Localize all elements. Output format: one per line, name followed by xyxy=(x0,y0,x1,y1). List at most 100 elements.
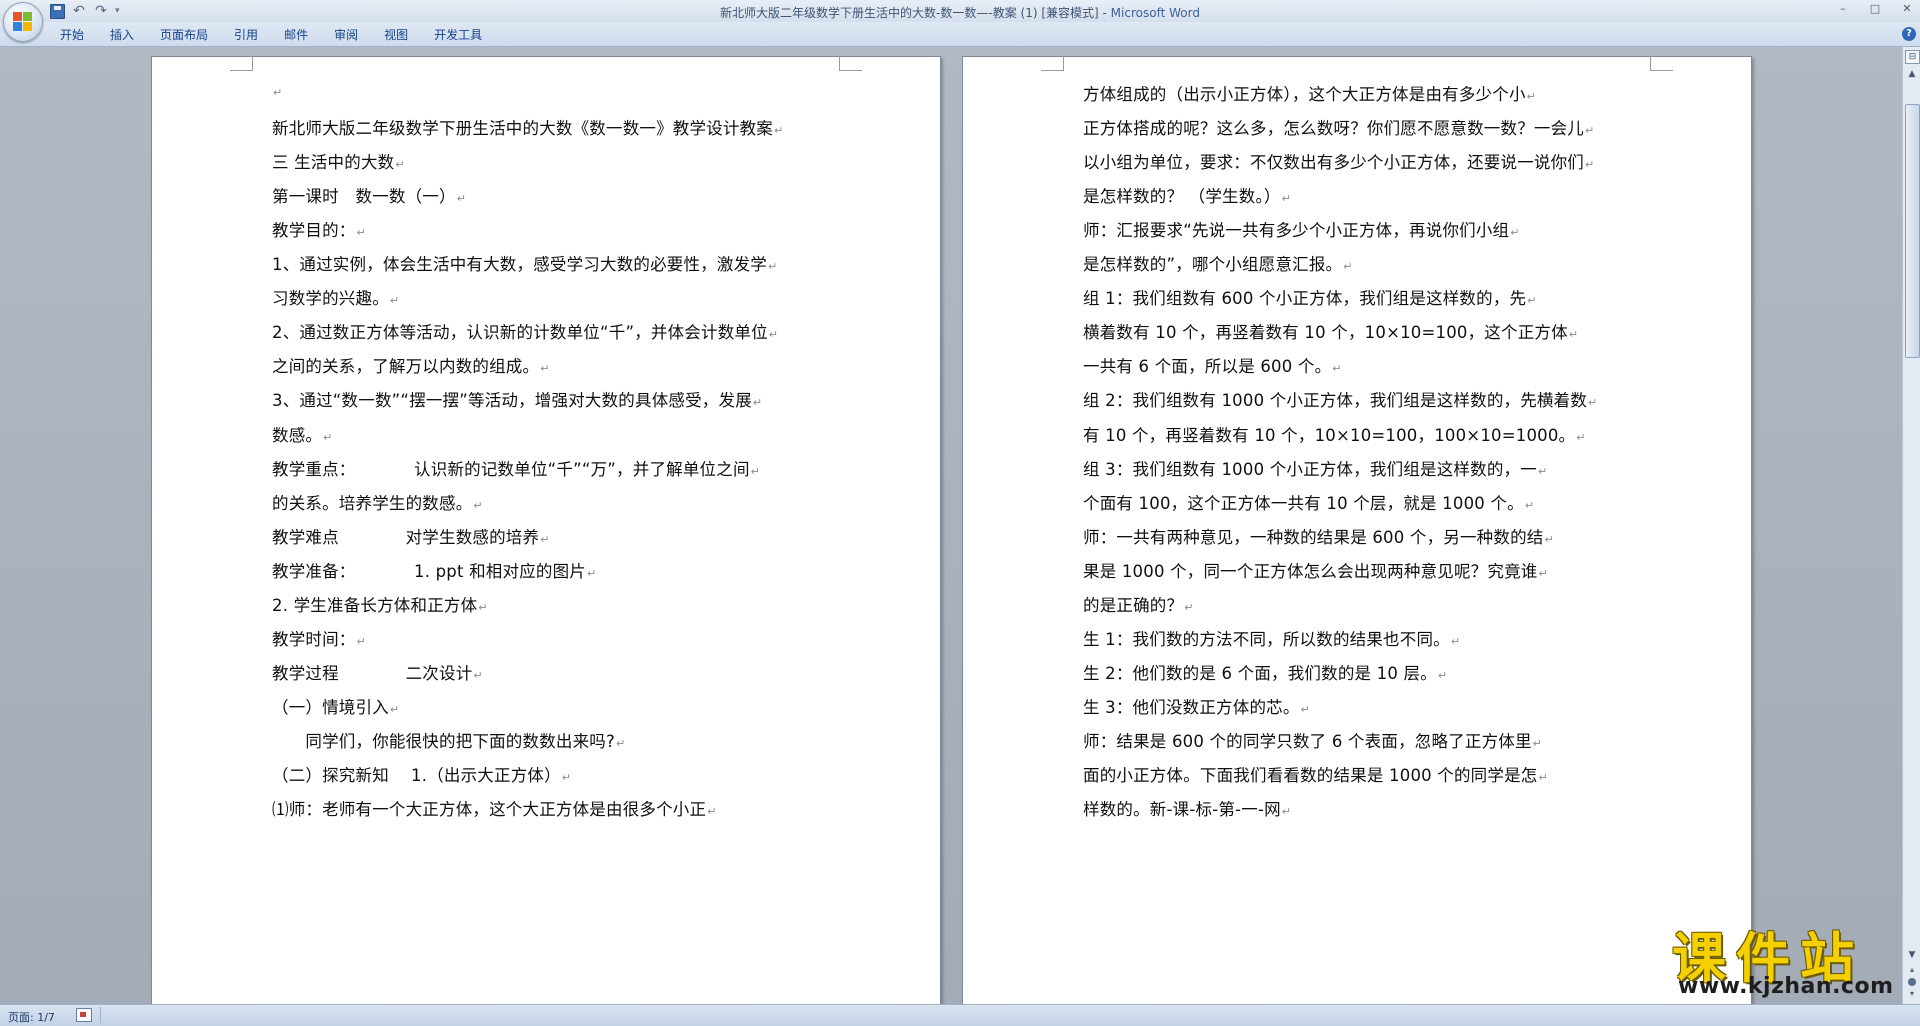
line-text: （一）情境引入 xyxy=(272,697,389,717)
document-line: 习数学的兴趣。↵ xyxy=(272,285,399,309)
paragraph-mark: ↵ xyxy=(1184,600,1194,614)
vertical-scrollbar[interactable]: ⊟ ▲ ▼ ▴ ▾ xyxy=(1902,47,1920,1004)
document-line: 师：结果是 600 个的同学只数了 6 个表面，忽略了正方体里↵ xyxy=(1083,728,1542,752)
line-text: 生 3：他们没数正方体的芯。 xyxy=(1083,697,1300,717)
watermark-url: www.kjzhan.com xyxy=(1678,974,1894,999)
line-text: 1、通过实例，体会生活中有大数，感受学习大数的必要性，激发学 xyxy=(272,255,767,275)
paragraph-mark: ↵ xyxy=(1281,192,1292,206)
crop-mark xyxy=(1041,56,1064,71)
title-bar: ↶ ↷ ▾ 新北师大版二年级数学下册生活中的大数-数一数—-教案 (1) [兼容… xyxy=(0,0,1920,23)
window-controls: – □ ✕ xyxy=(1836,2,1914,16)
paragraph-mark: ↵ xyxy=(1538,771,1548,784)
ribbon-tab[interactable]: 插入 xyxy=(97,27,147,43)
paragraph-mark: ↵ xyxy=(1568,328,1579,342)
line-text: 以小组为单位，要求：不仅数出有多少个小正方体，还要说一说你们 xyxy=(1083,153,1584,173)
paragraph-mark: ↵ xyxy=(1281,805,1292,819)
office-logo-icon xyxy=(13,12,33,32)
document-line: 1、通过实例，体会生活中有大数，感受学习大数的必要性，激发学↵ xyxy=(272,251,777,275)
page-count-status[interactable]: 页面: 1/7 xyxy=(8,1009,55,1025)
window-title-app: Microsoft Word xyxy=(1110,6,1200,20)
paragraph-mark: ↵ xyxy=(707,805,717,819)
ribbon-tab[interactable]: 页面布局 xyxy=(147,27,221,43)
next-page-button[interactable]: ▾ xyxy=(1906,989,1918,999)
view-ruler-button[interactable]: ⊟ xyxy=(1905,50,1920,64)
minimize-button[interactable]: – xyxy=(1836,2,1850,16)
document-line: 以小组为单位，要求：不仅数出有多少个小正方体，还要说一说你们↵ xyxy=(1083,149,1594,173)
line-text: 3、通过“数一数”“摆一摆”等活动，增强对大数的具体感受，发展 xyxy=(272,391,752,411)
page-left[interactable]: ↵ 新北师大版二年级数学下册生活中的大数《数一数一》教学设计教案↵ 三 生活中的大数… xyxy=(151,56,941,1004)
ribbon-tabs: 开始 插入 页面布局 引用 邮件 审阅 视图 开发工具 xyxy=(50,27,495,43)
line-text: 生 1：我们数的方法不同，所以数的结果也不同。 xyxy=(1083,629,1450,649)
paragraph-mark: ↵ xyxy=(1576,430,1586,444)
document-line: 有 10 个，再竖着数有 10 个，10×10=100，100×10=1000。… xyxy=(1083,422,1586,446)
paragraph-mark: ↵ xyxy=(768,260,778,274)
paragraph-mark: ↵ xyxy=(750,464,761,478)
ribbon-tab[interactable]: 开发工具 xyxy=(421,27,495,43)
document-line: 教学重点： 认识新的记数单位“千”“万”，并了解单位之间↵ xyxy=(272,456,760,480)
paragraph-mark: ↵ xyxy=(1585,124,1595,138)
document-line: 教学过程 二次设计↵ xyxy=(272,660,483,684)
line-text: 组 3：我们组数有 1000 个小正方体，我们组是这样数的，一 xyxy=(1083,459,1537,479)
paragraph-mark: ↵ xyxy=(1527,294,1537,308)
document-line: 新北师大版二年级数学下册生活中的大数《数一数一》教学设计教案↵ xyxy=(272,115,783,139)
maximize-button[interactable]: □ xyxy=(1868,2,1882,16)
document-line: 个面有 100，这个正方体一共有 10 个层，就是 1000 个。↵ xyxy=(1083,490,1534,514)
document-line: 三 生活中的大数↵ xyxy=(272,149,405,173)
line-text: 个面有 100，这个正方体一共有 10 个层，就是 1000 个。 xyxy=(1083,493,1524,513)
paragraph-mark: ↵ xyxy=(774,124,784,138)
select-browse-object-icon[interactable] xyxy=(1908,978,1916,986)
crop-mark xyxy=(230,56,253,71)
document-line: 横着数有 10 个，再竖着数有 10 个，10×10=100，这个正方体↵ xyxy=(1083,319,1578,343)
line-text: 教学重点： 认识新的记数单位“千”“万”，并了解单位之间 xyxy=(272,459,750,479)
line-text: 教学时间： xyxy=(272,629,356,649)
paragraph-mark: ↵ xyxy=(1526,90,1537,103)
document-line: 的关系。培养学生的数感。↵ xyxy=(272,490,483,514)
paragraph-mark: ↵ xyxy=(1300,702,1310,716)
window-title-doc: 新北师大版二年级数学下册生活中的大数-数一数—-教案 (1) [兼容模式] - xyxy=(720,6,1111,20)
scroll-down-button[interactable]: ▼ xyxy=(1906,949,1918,961)
document-line: 是怎样数的”，哪个小组愿意汇报。↵ xyxy=(1083,251,1353,275)
document-line: 方体组成的（出示小正方体），这个大正方体是由有多少个小↵ xyxy=(1083,81,1536,105)
ribbon-tab[interactable]: 开始 xyxy=(50,27,97,43)
line-text: 习数学的兴趣。 xyxy=(272,289,389,309)
document-area[interactable]: ↵ 新北师大版二年级数学下册生活中的大数《数一数一》教学设计教案↵ 三 生活中的大数… xyxy=(0,47,1902,1004)
watermark: 课件站 www.kjzhan.com xyxy=(1664,920,1904,1000)
ribbon-tab[interactable]: 审阅 xyxy=(321,27,371,43)
proofing-icon[interactable] xyxy=(76,1008,92,1022)
ribbon-tab[interactable]: 邮件 xyxy=(271,27,321,43)
paragraph-mark: ↵ xyxy=(1537,464,1548,478)
document-line: 同学们，你能很快的把下面的数数出来吗?↵ xyxy=(272,728,625,752)
paragraph-mark: ↵ xyxy=(473,668,483,682)
line-text: 2. 学生准备长方体和正方体 xyxy=(272,595,478,615)
line-text: 教学过程 二次设计 xyxy=(272,663,473,683)
paragraph-mark: ↵ xyxy=(389,294,400,308)
line-text: 组 1：我们组数有 600 个小正方体，我们组是这样数的，先 xyxy=(1083,289,1527,309)
paragraph-mark: ↵ xyxy=(1588,396,1598,410)
document-line: 教学准备： 1. ppt 和相对应的图片↵ xyxy=(272,558,596,582)
line-text: 新北师大版二年级数学下册生活中的大数《数一数一》教学设计教案 xyxy=(272,119,773,139)
previous-page-button[interactable]: ▴ xyxy=(1906,965,1918,975)
line-text: 果是 1000 个，同一个正方体怎么会出现两种意见呢？究竟谁 xyxy=(1083,561,1538,581)
document-line: ↵ xyxy=(272,81,282,100)
line-text: 之间的关系，了解万以内数的组成。 xyxy=(272,357,540,377)
close-button[interactable]: ✕ xyxy=(1900,2,1914,16)
page-right[interactable]: 方体组成的（出示小正方体），这个大正方体是由有多少个小↵ 正方体搭成的呢？这么多，… xyxy=(962,56,1752,1004)
paragraph-mark: ↵ xyxy=(323,430,333,444)
help-icon[interactable]: ? xyxy=(1902,27,1916,41)
paragraph-mark: ↵ xyxy=(615,736,626,750)
paragraph-mark: ↵ xyxy=(540,532,550,546)
paragraph-mark: ↵ xyxy=(1532,736,1543,750)
scroll-thumb[interactable] xyxy=(1905,104,1920,358)
scroll-up-button[interactable]: ▲ xyxy=(1906,68,1918,80)
document-line: 之间的关系，了解万以内数的组成。↵ xyxy=(272,353,550,377)
ribbon-tab[interactable]: 引用 xyxy=(221,27,271,43)
paragraph-mark: ↵ xyxy=(473,498,483,512)
document-line: 组 2：我们组数有 1000 个小正方体，我们组是这样数的，先横着数↵ xyxy=(1083,387,1597,411)
line-text: 教学难点 对学生数感的培养 xyxy=(272,527,540,547)
document-line: 生 2：他们数的是 6 个面，我们数的是 10 层。↵ xyxy=(1083,660,1447,684)
document-line: 的是正确的？↵ xyxy=(1083,592,1194,616)
office-button[interactable] xyxy=(3,2,43,42)
document-line: 样数的。新-课-标-第-一-网↵ xyxy=(1083,796,1291,820)
document-line: 面的小正方体。下面我们看看数的结果是 1000 个的同学是怎↵ xyxy=(1083,762,1548,786)
ribbon-tab[interactable]: 视图 xyxy=(371,27,421,43)
